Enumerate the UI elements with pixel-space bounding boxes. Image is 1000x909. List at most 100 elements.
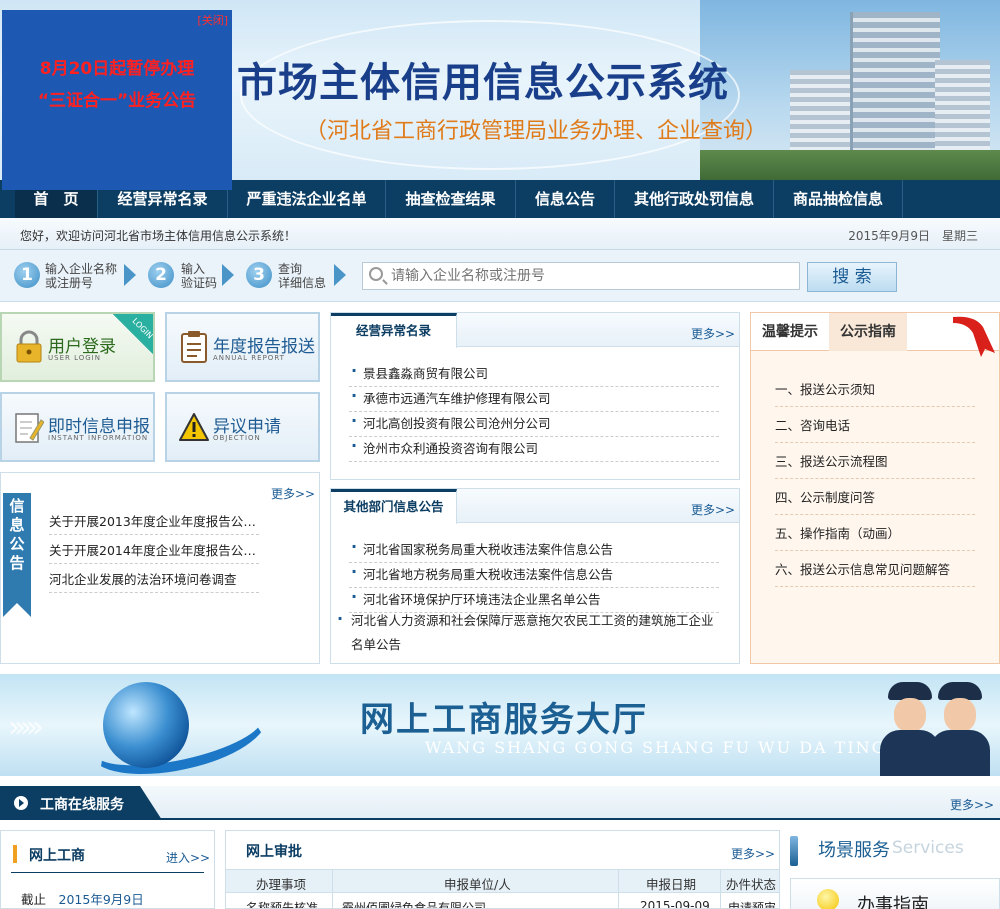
step-arrow-icon (334, 264, 346, 286)
tips-item-faq[interactable]: 四、公示制度问答 (775, 487, 975, 515)
abnormal-list-more-link[interactable]: 更多>> (691, 325, 735, 342)
table-cell: 2015-09-09 (640, 899, 710, 909)
info-notice-box: 信息公告 更多>> 关于开展2013年度企业年度报告公示... 关于开展2014… (0, 472, 320, 664)
site-title: 市场主体信用信息公示系统 (237, 60, 729, 106)
service-hall-title: 网上工商服务大厅 (360, 700, 648, 740)
list-item[interactable]: 河北省国家税务局重大税收违法案件信息公告 (349, 537, 719, 563)
list-item[interactable]: 关于开展2013年度企业年度报告公示... (49, 511, 259, 535)
abnormal-list-panel: 经营异常名录 更多>> 景县鑫淼商贸有限公司 承德市远通汽车维护修理有限公司 河… (330, 312, 740, 480)
user-login-tile[interactable]: 用户登录 USER LOGIN LOGIN (0, 312, 155, 382)
service-hall-banner[interactable]: ››››› 网上工商服务大厅 WANG SHANG GONG SHANG FU … (0, 674, 1000, 776)
step-2-number: 2 (148, 262, 174, 288)
ribbon-icon (953, 316, 995, 357)
table-cell: 申请预审 (728, 901, 777, 909)
step-3-label: 查询 详细信息 (278, 262, 326, 290)
column-divider (332, 869, 333, 908)
scene-service-title-en: Services (892, 838, 964, 858)
guide-card-label: 办事指南 (857, 895, 929, 909)
as-of-label: 截止 (21, 892, 47, 907)
info-notice-more-link[interactable]: 更多>> (271, 485, 315, 502)
list-item[interactable]: 承德市远通汽车维护修理有限公司 (349, 386, 719, 412)
login-ribbon-text: LOGIN (130, 316, 155, 341)
officer-body (930, 730, 990, 776)
building-image (790, 70, 850, 162)
list-item[interactable]: 河北省地方税务局重大税收违法案件信息公告 (349, 562, 719, 588)
tips-item-common-questions[interactable]: 六、报送公示信息常见问题解答 (775, 559, 975, 587)
list-item[interactable]: 河北企业发展的法治环境问卷调查 (49, 569, 259, 593)
popup-line-2[interactable]: “三证合一”业务公告 (2, 86, 232, 111)
greeting-bar: 您好，欢迎访问河北省市场主体信用信息公示系统！ 2015年9月9日 星期三 (0, 218, 1000, 250)
step-3-line-2: 详细信息 (278, 276, 327, 290)
officer-face (944, 698, 976, 732)
as-of-date: 2015年9月9日 (58, 892, 144, 907)
globe-icon (103, 682, 189, 768)
search-icon (369, 267, 383, 281)
instant-info-subtitle: INSTANT INFORMATION (48, 434, 149, 442)
guide-card[interactable]: 办事指南 (790, 878, 1000, 909)
tips-panel: 温馨提示 公示指南 一、报送公示须知 二、咨询电话 三、报送公示流程图 四、公示… (750, 312, 1000, 664)
annual-report-subtitle: ANNUAL REPORT (213, 354, 285, 362)
other-dept-more-link[interactable]: 更多>> (691, 501, 735, 518)
user-login-subtitle: USER LOGIN (48, 354, 101, 362)
tab-abnormal-list[interactable]: 经营异常名录 (331, 313, 457, 348)
tips-item-guide[interactable]: 五、操作指南（动画） (775, 523, 975, 551)
instant-info-tile[interactable]: 即时信息申报 INSTANT INFORMATION (0, 392, 155, 462)
title-accent-bar (790, 836, 798, 866)
step-1-label: 输入企业名称 或注册号 (45, 262, 117, 290)
nav-item-info-notice[interactable]: 信息公告 (516, 180, 615, 218)
info-notice-side-label: 信息公告 (3, 493, 31, 617)
officer-image (930, 682, 996, 776)
annual-report-tile[interactable]: 年度报告报送 ANNUAL REPORT (165, 312, 320, 382)
chevrons-decoration-icon: ››››› (8, 710, 44, 745)
step-1-line-1: 输入企业名称 (45, 262, 118, 276)
nav-item-inspection-results[interactable]: 抽查检查结果 (386, 180, 516, 218)
table-cell[interactable]: 名称预先核准 (246, 899, 318, 908)
step-2-label: 输入 验证码 (181, 262, 217, 290)
column-divider (720, 869, 721, 908)
tab-publicity-guide[interactable]: 公示指南 (829, 313, 907, 351)
nav-item-other-penalties[interactable]: 其他行政处罚信息 (615, 180, 774, 218)
list-item[interactable]: 河北省人力资源和社会保障厅恶意拖欠农民工工资的建筑施工企业名单公告 (335, 607, 715, 661)
online-business-panel: 网上工商 进入>> 截止 2015年9月9日 (0, 830, 215, 909)
tab-other-dept[interactable]: 其他部门信息公告 (331, 489, 457, 524)
list-item[interactable]: 沧州市众利通投资咨询有限公司 (349, 436, 719, 462)
column-divider (618, 869, 619, 908)
login-ribbon: LOGIN (113, 314, 155, 354)
online-approval-panel: 网上审批 更多>> 办理事项 申报单位/人 申报日期 办件状态 名称预先核准 霸… (225, 830, 780, 909)
online-approval-title: 网上审批 (246, 844, 302, 860)
welcome-text: 您好，欢迎访问河北省市场主体信用信息公示系统！ (20, 229, 297, 243)
notice-popup[interactable]: [关闭] 8月20日起暂停办理 “三证合一”业务公告 (2, 10, 232, 190)
list-item[interactable]: 景县鑫淼商贸有限公司 (349, 361, 719, 387)
step-3-line-1: 查询 (278, 262, 303, 276)
online-service-section-bar: 工商在线服务 更多>> (0, 786, 1000, 820)
online-business-enter-link[interactable]: 进入>> (166, 849, 210, 866)
tips-item-phone[interactable]: 二、咨询电话 (775, 415, 975, 443)
list-item[interactable]: 关于开展2014年度企业年度报告公示... (49, 540, 259, 564)
other-dept-panel: 其他部门信息公告 更多>> 河北省国家税务局重大税收违法案件信息公告 河北省地方… (330, 488, 740, 664)
search-box[interactable] (362, 262, 800, 290)
section-title: 工商在线服务 (40, 797, 124, 813)
tips-item-flowchart[interactable]: 三、报送公示流程图 (775, 451, 975, 479)
scene-service-title: 场景服务 (818, 840, 890, 861)
nav-item-serious-violation[interactable]: 严重违法企业名单 (228, 180, 386, 218)
building-image-right (935, 60, 990, 162)
online-approval-more-link[interactable]: 更多>> (731, 845, 775, 862)
step-1-number: 1 (14, 262, 40, 288)
section-more-link[interactable]: 更多>> (950, 796, 994, 813)
nav-item-product-sampling[interactable]: 商品抽检信息 (774, 180, 903, 218)
tab-warm-tips[interactable]: 温馨提示 (751, 313, 829, 351)
popup-close-button[interactable]: [关闭] (197, 12, 228, 28)
tips-item-notice[interactable]: 一、报送公示须知 (775, 379, 975, 407)
popup-line-1[interactable]: 8月20日起暂停办理 (2, 54, 232, 79)
objection-subtitle: OBJECTION (213, 434, 261, 442)
list-item[interactable]: 河北高创投资有限公司沧州分公司 (349, 411, 719, 437)
table-cell[interactable]: 霸州佰圃绿色食品有限公司 (342, 899, 486, 908)
edit-doc-icon (15, 413, 44, 443)
step-arrow-icon (222, 264, 234, 286)
search-input[interactable] (391, 266, 791, 286)
divider (11, 872, 204, 873)
objection-tile[interactable]: 异议申请 OBJECTION (165, 392, 320, 462)
warning-icon (179, 413, 209, 441)
as-of-text: 截止 2015年9月9日 (21, 889, 144, 908)
search-button[interactable]: 搜 索 (807, 262, 897, 292)
